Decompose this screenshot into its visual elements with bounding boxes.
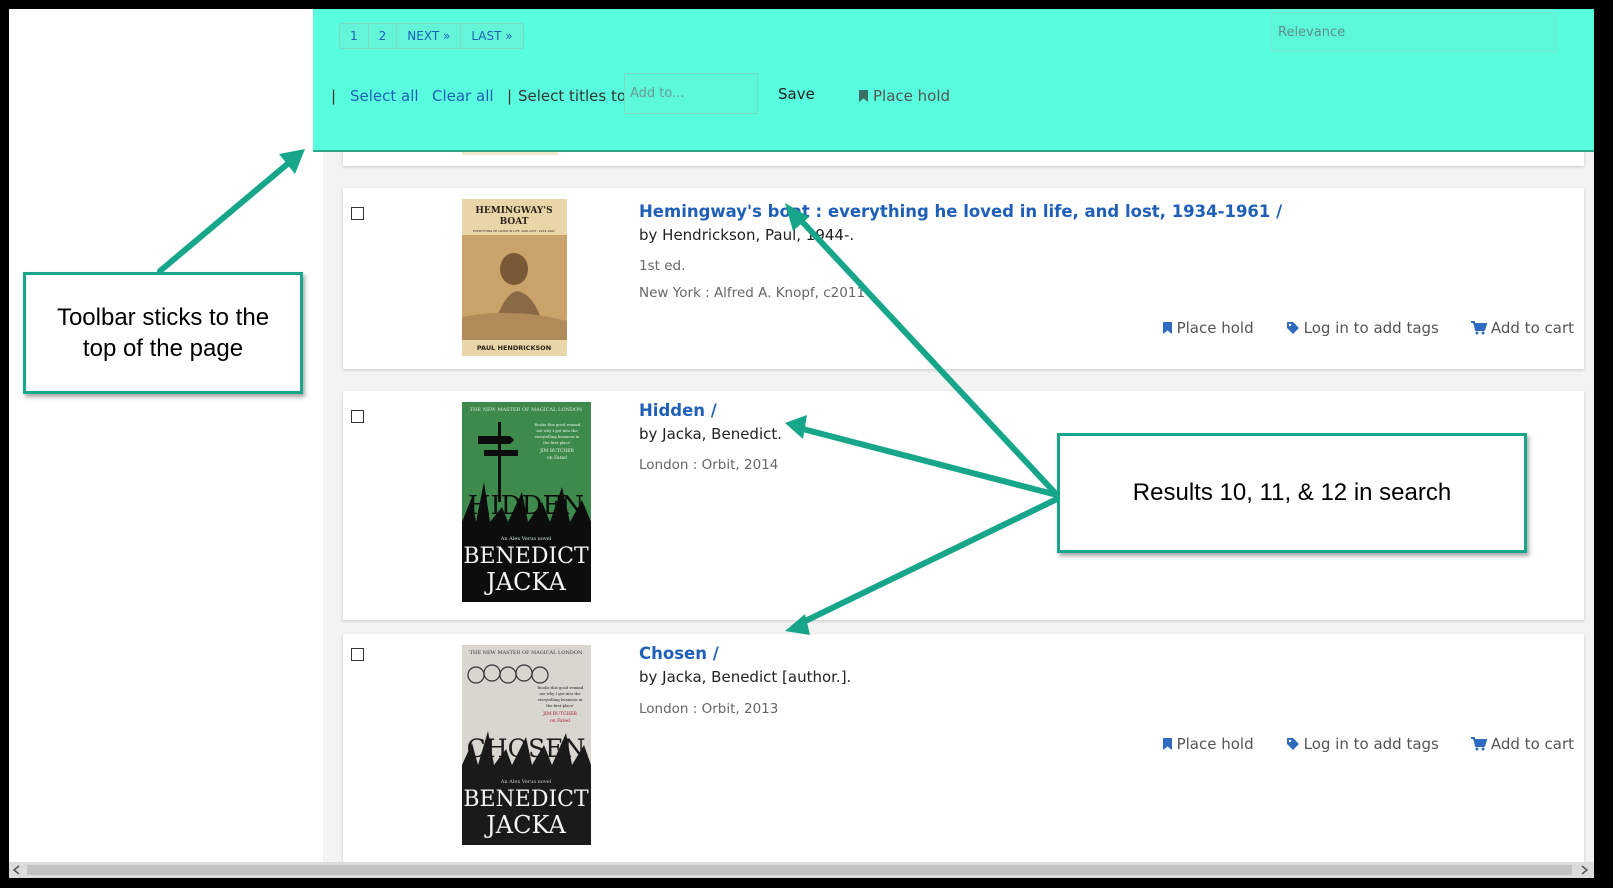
cover-title-word: CHOSEN xyxy=(467,734,586,763)
tag-icon xyxy=(1286,738,1299,750)
cover-blurb: on Fated xyxy=(550,718,570,724)
toolbar-place-hold-button[interactable]: Place hold xyxy=(858,87,950,105)
cover-blurb: the first place' xyxy=(543,440,571,445)
select-titles-label: Select titles to: xyxy=(518,87,632,105)
bookmark-icon xyxy=(1162,322,1172,334)
cover-image: THE NEW MASTER OF MAGICAL LONDON 'Books … xyxy=(462,402,591,602)
cart-icon xyxy=(1470,737,1487,751)
scroll-left-icon[interactable] xyxy=(12,865,20,875)
place-hold-link[interactable]: Place hold xyxy=(1162,735,1254,753)
bookmark-icon xyxy=(1162,738,1172,750)
bookmark-icon xyxy=(859,90,868,102)
add-tags-link[interactable]: Log in to add tags xyxy=(1286,319,1439,337)
save-button[interactable]: Save xyxy=(778,85,815,103)
add-tags-label: Log in to add tags xyxy=(1303,319,1439,337)
select-all-link[interactable]: Select all xyxy=(350,87,419,105)
result-actions: Place hold Log in to add tags Add to car… xyxy=(1130,735,1574,753)
result-title-link[interactable]: Hemingway's boat : everything he loved i… xyxy=(639,202,1282,221)
place-hold-label: Place hold xyxy=(1176,319,1254,337)
result-select-checkbox[interactable] xyxy=(351,207,364,220)
result-select-checkbox[interactable] xyxy=(351,410,364,423)
toolbar-separator: | xyxy=(331,87,337,105)
cover-top-line: THE NEW MASTER OF MAGICAL LONDON xyxy=(470,650,583,656)
cart-icon xyxy=(1470,321,1487,335)
toolbar-callout-text: Toolbar sticks to the top of the page xyxy=(56,304,270,362)
cover-blurb: on Fated xyxy=(547,455,567,461)
clear-all-link[interactable]: Clear all xyxy=(432,87,494,105)
browser-viewport: HEMINGWAY'S BOAT EVERYTHING HE LOVED IN … xyxy=(9,9,1594,878)
place-hold-link[interactable]: Place hold xyxy=(1162,319,1254,337)
page-2-link[interactable]: 2 xyxy=(369,24,398,48)
cover-blurb: JIM BUTCHER xyxy=(542,711,577,717)
result-author-link[interactable]: by Jacka, Benedict. xyxy=(639,425,782,443)
result-publisher: London : Orbit, 2014 xyxy=(639,457,779,473)
result-title-link[interactable]: Hidden / xyxy=(639,401,717,420)
add-to-cart-link[interactable]: Add to cart xyxy=(1470,319,1574,337)
pagination: 1 2 NEXT » LAST » xyxy=(339,23,524,49)
toolbar-callout: Toolbar sticks to the top of the page xyxy=(23,272,303,394)
cover-author: BENEDICT xyxy=(463,544,589,569)
cover-top-line: THE NEW MASTER OF MAGICAL LONDON xyxy=(470,407,583,413)
result-publisher: London : Orbit, 2013 xyxy=(639,701,779,717)
cover-image: THE NEW MASTER OF MAGICAL LONDON 'Books … xyxy=(462,645,591,845)
cover-blurb: storytelling business in xyxy=(538,697,583,702)
scroll-right-icon[interactable] xyxy=(1581,865,1589,875)
results-callout-text: Results 10, 11, & 12 in search xyxy=(1132,479,1452,506)
cover-author: PAUL HENDRICKSON xyxy=(477,344,551,352)
place-hold-label: Place hold xyxy=(1176,735,1254,753)
tag-icon xyxy=(1286,322,1299,334)
cover-series: An Alex Verus novel xyxy=(500,779,552,785)
book-cover-hemingways-boat[interactable]: HEMINGWAY'S BOAT EVERYTHING HE LOVED IN … xyxy=(462,199,567,356)
cover-blurb: JIM BUTCHER xyxy=(539,448,574,454)
result-author-link[interactable]: by Hendrickson, Paul, 1944-. xyxy=(639,226,854,244)
add-to-cart-link[interactable]: Add to cart xyxy=(1470,735,1574,753)
result-actions: Place hold Log in to add tags Add to car… xyxy=(1130,319,1574,337)
cover-series: An Alex Verus novel xyxy=(500,536,552,542)
horizontal-scrollbar[interactable] xyxy=(9,862,1594,878)
result-title-link[interactable]: Chosen / xyxy=(639,644,719,663)
cover-blurb: 'Books this good remind xyxy=(537,685,584,690)
cover-title-word: HIDDEN xyxy=(468,491,584,521)
add-tags-link[interactable]: Log in to add tags xyxy=(1286,735,1439,753)
sort-select[interactable]: Relevance xyxy=(1271,12,1557,52)
cover-title-line2: BOAT xyxy=(500,217,529,227)
cover-blurb: me why I got into the xyxy=(536,428,578,433)
next-page-link[interactable]: NEXT » xyxy=(397,24,462,48)
add-to-list-select[interactable]: Add to... xyxy=(624,73,758,114)
book-cover-hidden[interactable]: THE NEW MASTER OF MAGICAL LONDON 'Books … xyxy=(462,402,591,602)
book-cover-chosen[interactable]: THE NEW MASTER OF MAGICAL LONDON 'Books … xyxy=(462,645,591,845)
result-edition: 1st ed. xyxy=(639,258,686,274)
add-to-cart-label: Add to cart xyxy=(1490,735,1574,753)
toolbar-place-hold-label: Place hold xyxy=(873,87,951,105)
cover-author: JACKA xyxy=(483,811,566,839)
result-author-link[interactable]: by Jacka, Benedict [author.]. xyxy=(639,668,851,686)
result-card: HEMINGWAY'S BOAT EVERYTHING HE LOVED IN … xyxy=(343,188,1584,369)
cover-tagline: EVERYTHING HE LOVED IN LIFE, AND LOST, 1… xyxy=(473,229,555,233)
toolbar-separator: | xyxy=(507,87,513,105)
cover-title-line1: HEMINGWAY'S xyxy=(475,206,552,216)
cover-blurb: 'Books this good remind xyxy=(534,422,581,427)
cover-blurb: the first place' xyxy=(546,703,574,708)
add-to-cart-label: Add to cart xyxy=(1490,319,1574,337)
page-1-link[interactable]: 1 xyxy=(340,24,369,48)
result-card: THE NEW MASTER OF MAGICAL LONDON 'Books … xyxy=(343,634,1584,862)
cover-author: BENEDICT xyxy=(463,787,589,812)
cover-blurb: storytelling business in xyxy=(535,434,580,439)
cover-image: HEMINGWAY'S BOAT EVERYTHING HE LOVED IN … xyxy=(462,199,567,356)
result-publisher: New York : Alfred A. Knopf, c2011 xyxy=(639,285,866,301)
results-callout: Results 10, 11, & 12 in search xyxy=(1057,433,1527,553)
facets-sidebar xyxy=(9,9,323,862)
add-tags-label: Log in to add tags xyxy=(1303,735,1439,753)
cover-author: JACKA xyxy=(483,568,566,596)
cover-blurb: me why I got into the xyxy=(539,691,581,696)
last-page-link[interactable]: LAST » xyxy=(461,24,522,48)
scrollbar-arrows xyxy=(12,865,1589,875)
sticky-results-toolbar: 1 2 NEXT » LAST » Relevance | Select all… xyxy=(313,9,1594,152)
result-select-checkbox[interactable] xyxy=(351,648,364,661)
